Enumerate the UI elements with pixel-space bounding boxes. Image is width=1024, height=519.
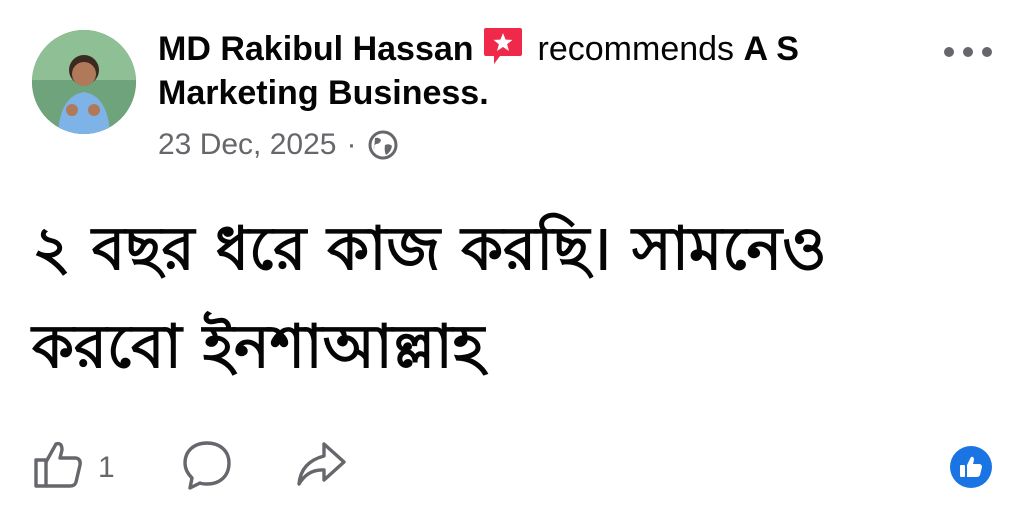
more-dot	[982, 47, 992, 57]
post-header: MD Rakibul Hassan recommends A S Marketi…	[158, 26, 918, 115]
like-button[interactable]: 1	[32, 438, 115, 495]
more-dot	[944, 47, 954, 57]
avatar-image	[32, 30, 136, 134]
globe-icon	[366, 128, 400, 162]
like-count: 1	[98, 450, 115, 484]
post-date[interactable]: 23 Dec, 2025	[158, 128, 336, 162]
post-text-line: ২ বছর ধরে কাজ করছি। সামনেও	[32, 214, 827, 284]
share-button[interactable]	[294, 438, 348, 497]
more-dot	[963, 47, 973, 57]
action-bar: 1	[32, 438, 992, 494]
post-body: ২ বছর ধরে কাজ করছি। সামনেও করবো ইনশাআল্ল…	[32, 200, 992, 396]
review-post: MD Rakibul Hassan recommends A S Marketi…	[0, 0, 1024, 519]
share-icon	[294, 442, 348, 496]
like-reaction-icon[interactable]	[950, 446, 992, 488]
post-meta: 23 Dec, 2025 ·	[158, 128, 400, 162]
recommends-label: recommends	[537, 30, 735, 68]
thumbs-up-icon	[32, 438, 84, 495]
post-text-line: করবো ইনশাআল্লাহ	[32, 312, 485, 382]
author-name[interactable]: MD Rakibul Hassan	[158, 30, 474, 68]
recommend-icon	[482, 26, 524, 66]
meta-separator: ·	[346, 128, 357, 161]
comment-icon	[180, 441, 234, 496]
more-options-icon[interactable]	[944, 40, 992, 64]
comment-button[interactable]	[180, 438, 234, 497]
avatar[interactable]	[32, 30, 136, 134]
